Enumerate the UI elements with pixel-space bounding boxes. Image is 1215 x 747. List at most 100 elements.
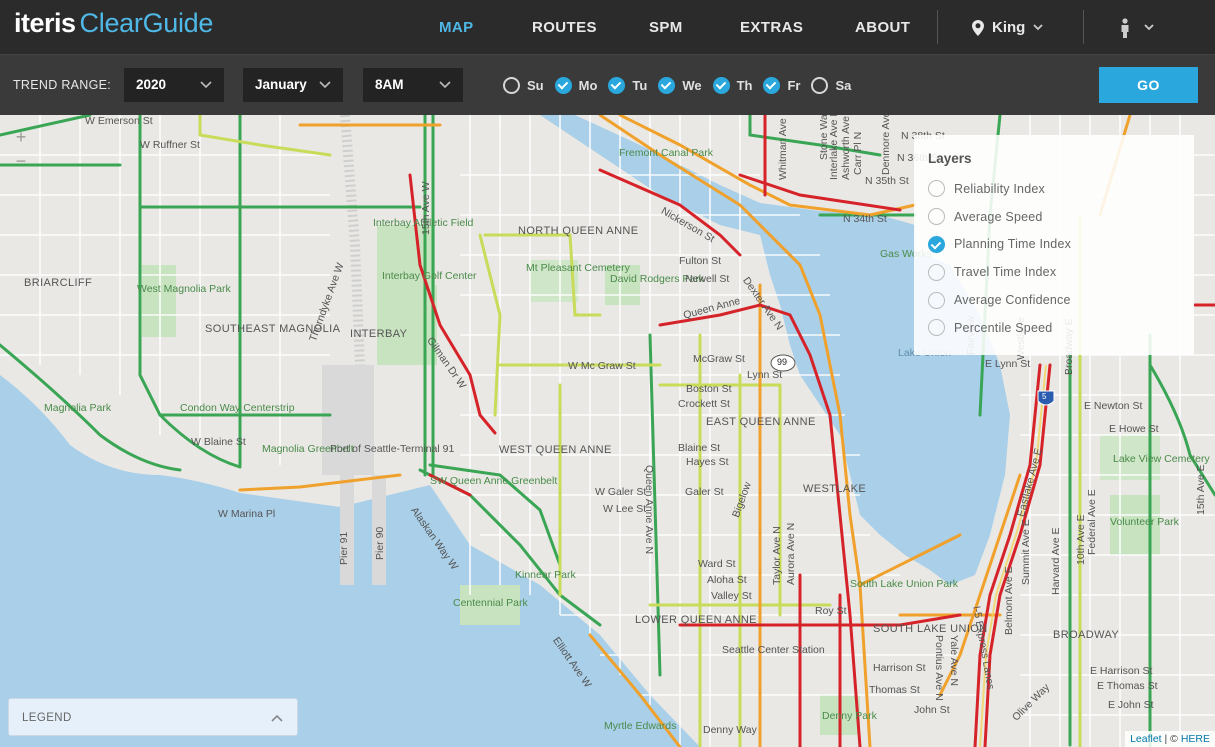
day-toggle-th[interactable]: Th: [712, 76, 753, 94]
day-toggle-we[interactable]: We: [658, 76, 702, 94]
logo-iteris: iteris: [14, 8, 76, 38]
map-label: Pier 90: [374, 526, 386, 560]
day-radio[interactable]: [763, 76, 781, 94]
layer-average-confidence[interactable]: Average Confidence: [928, 286, 1180, 314]
zoom-in-button[interactable]: +: [8, 125, 34, 149]
day-label: Th: [736, 77, 753, 93]
map-label: Taylor Ave N: [771, 526, 783, 585]
map-label: W Ruffner St: [140, 139, 200, 151]
filter-bar: TREND RANGE: 2020 January 8AM Su Mo Tu W…: [0, 55, 1215, 115]
map-label: Roy St: [815, 605, 847, 617]
map-label: Pier 91: [338, 531, 350, 565]
region-selector[interactable]: King: [972, 0, 1043, 55]
layer-percentile-speed[interactable]: Percentile Speed: [928, 314, 1180, 342]
go-button[interactable]: GO: [1099, 67, 1198, 103]
zoom-out-button[interactable]: −: [8, 149, 34, 173]
map-label: Magnolia Park: [44, 402, 112, 414]
user-menu[interactable]: [1120, 0, 1154, 55]
year-select[interactable]: 2020: [124, 68, 224, 102]
nav-spm[interactable]: SPM: [649, 0, 683, 55]
map-label: N 34th St: [843, 213, 887, 225]
chevron-down-icon: [319, 68, 331, 102]
map-label: 15th Ave W: [420, 181, 432, 235]
map-label: N 35th St: [865, 175, 909, 187]
layer-radio[interactable]: [928, 235, 945, 253]
nav-routes[interactable]: ROUTES: [532, 0, 597, 55]
map-label: Kinnear Park: [515, 569, 576, 581]
day-toggle-mo[interactable]: Mo: [554, 76, 597, 94]
app-root: iteris ClearGuide MAP ROUTES SPM EXTRAS …: [0, 0, 1215, 747]
layer-radio[interactable]: [928, 291, 945, 309]
map-label: Aurora Ave N: [785, 522, 797, 585]
nav-about[interactable]: ABOUT: [855, 0, 910, 55]
day-radio[interactable]: [554, 76, 572, 94]
map-label: Fulton St: [679, 255, 722, 267]
day-radio[interactable]: [811, 76, 829, 94]
day-toggle-tu[interactable]: Tu: [608, 76, 647, 94]
map-label: Port of Seattle-Terminal 91: [330, 443, 455, 455]
map-label: Fremont Canal Park: [619, 147, 713, 159]
interstate-5-label: 5: [1042, 392, 1047, 401]
day-toggle-fr[interactable]: Fr: [763, 76, 801, 94]
layer-label: Reliability Index: [954, 181, 1045, 196]
map-label: Ward St: [698, 558, 736, 570]
map-label: 15th Ave E: [1195, 464, 1207, 515]
day-label: Fr: [787, 77, 801, 93]
map-label: Whitman Ave N: [777, 115, 789, 180]
map-label: E Thomas St: [1097, 680, 1158, 692]
map-label: Denmore Ave N: [880, 115, 892, 175]
map-label: Boston St: [686, 383, 732, 395]
day-radio[interactable]: [503, 76, 520, 94]
map-label: EAST QUEEN ANNE: [706, 416, 816, 428]
year-value: 2020: [136, 77, 167, 92]
map-view[interactable]: 99 5 W Emerson St W Ruffner St BRIARCLIFF W…: [0, 115, 1215, 747]
map-label: WESTLAKE: [803, 483, 867, 495]
top-navbar: iteris ClearGuide MAP ROUTES SPM EXTRAS …: [0, 0, 1215, 55]
map-label: W Marina Pl: [218, 508, 276, 520]
here-link[interactable]: HERE: [1181, 733, 1210, 745]
layer-travel-time-index[interactable]: Travel Time Index: [928, 258, 1180, 286]
map-label: SOUTH LAKE UNION: [873, 623, 988, 635]
map-label: W Blaine St: [191, 436, 246, 448]
map-label: Lynn St: [747, 369, 783, 381]
layer-planning-time-index[interactable]: Planning Time Index: [928, 231, 1180, 259]
nav-extras[interactable]: EXTRAS: [740, 0, 803, 55]
layer-label: Average Speed: [954, 209, 1043, 224]
day-toggle-su[interactable]: Su: [503, 76, 544, 94]
layer-label: Percentile Speed: [954, 320, 1053, 335]
map-label: E John St: [1108, 699, 1154, 711]
month-select[interactable]: January: [243, 68, 343, 102]
layer-radio[interactable]: [928, 208, 945, 226]
map-label: Interlake Ave N: [828, 115, 840, 180]
legend-label: LEGEND: [22, 712, 72, 724]
nav-map[interactable]: MAP: [439, 0, 474, 55]
day-radio[interactable]: [712, 76, 730, 94]
map-label: Carr Pl N: [852, 131, 864, 175]
terminal-91: [322, 365, 374, 475]
app-logo[interactable]: iteris ClearGuide: [14, 8, 213, 48]
map-label: W Mc Graw St: [568, 360, 636, 372]
nav-divider: [1083, 10, 1084, 44]
map-label: Myrtle Edwards: [604, 720, 677, 732]
leaflet-link[interactable]: Leaflet: [1130, 733, 1162, 745]
layer-reliability-index[interactable]: Reliability Index: [928, 175, 1180, 203]
layer-radio[interactable]: [928, 263, 945, 281]
day-radio[interactable]: [608, 76, 626, 94]
pier-91: [340, 475, 354, 585]
day-toggle-sa[interactable]: Sa: [811, 76, 851, 94]
map-label: John St: [914, 704, 950, 716]
time-select[interactable]: 8AM: [363, 68, 463, 102]
layer-label: Planning Time Index: [954, 237, 1072, 252]
layer-average-speed[interactable]: Average Speed: [928, 203, 1180, 231]
layer-radio[interactable]: [928, 180, 945, 198]
map-label: W Emerson St: [85, 115, 153, 127]
map-label: Seattle Center Station: [722, 644, 825, 656]
map-label: W Galer St: [595, 486, 647, 498]
map-label: Denny Park: [822, 710, 877, 722]
layer-radio[interactable]: [928, 319, 945, 337]
layers-title: Layers: [928, 151, 972, 166]
map-label: Crockett St: [678, 398, 730, 410]
legend-toggle[interactable]: LEGEND: [8, 698, 298, 736]
day-radio[interactable]: [658, 76, 676, 94]
map-label: Newell St: [685, 273, 730, 285]
